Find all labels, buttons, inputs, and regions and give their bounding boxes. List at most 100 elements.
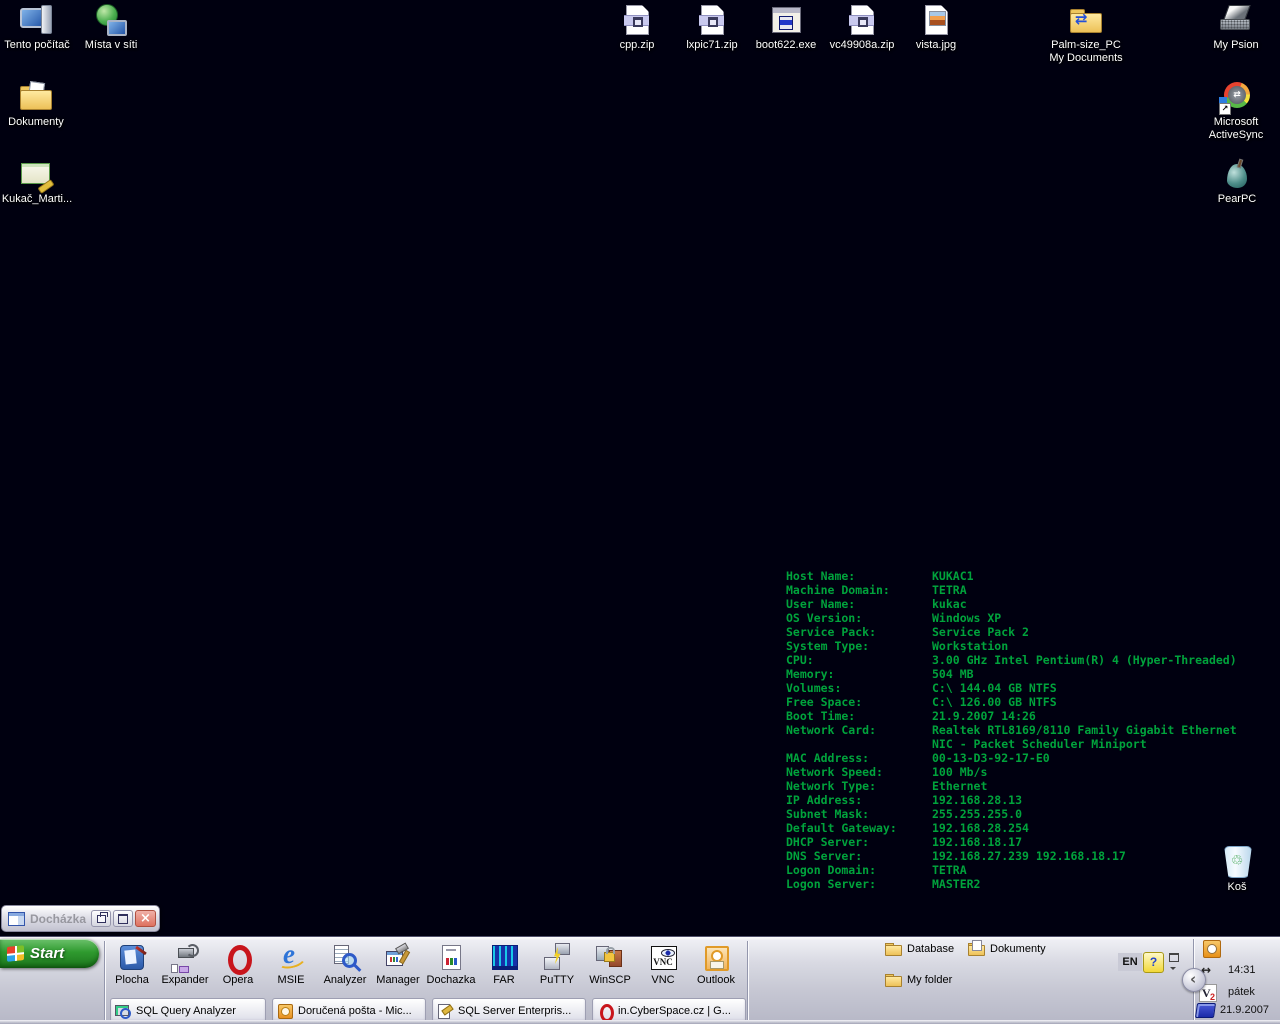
desktop-icon-documents[interactable]: Dokumenty [0,80,91,129]
bginfo-row: Memory:504 MB [786,667,1256,681]
bginfo-row: Boot Time:21.9.2007 14:26 [786,709,1256,723]
quicklaunch-winscp[interactable]: WinSCP [584,943,636,986]
lightning-icon [552,947,562,964]
icon-part [699,15,724,26]
icon-part [972,940,982,951]
internet-explorer-icon [276,943,306,973]
language-indicator[interactable]: EN [1118,953,1142,971]
quicklaunch-label: Outlook [690,974,742,986]
quicklaunch-opera[interactable]: Opera [212,943,264,986]
clock-tray-icon[interactable] [1203,940,1221,958]
desktop-icon-label: My Psion [1181,39,1280,52]
restore-icon [97,915,106,923]
desktop-icon-label: PearPC [1182,193,1280,206]
quicklaunch-putty[interactable]: PuTTY [531,943,583,986]
taskbar-button-sql-query-analyzer[interactable]: SQL Query Analyzer [110,998,266,1023]
sync-folder-shortcut-icon [1068,3,1104,37]
documents-folder-icon [968,942,985,956]
desktop-icon-my-psion[interactable]: My Psion [1181,3,1280,52]
laptop-tray-icon[interactable] [1195,1003,1216,1018]
taskbar-button-enterprise-manager[interactable]: SQL Server Enterpris... [432,998,586,1023]
pear-icon [1219,157,1255,191]
enterprise-manager-icon [437,1003,453,1019]
toolbar-item-database[interactable]: Database [885,942,954,956]
toolbar-item-dokumenty[interactable]: Dokumenty [968,942,1046,956]
toolbar-item-my-folder[interactable]: My folder [885,973,952,987]
show-desktop-icon [117,943,147,973]
far-manager-icon [489,943,519,973]
desktop-icon-kukac-file[interactable]: Kukač_Marti... [0,157,92,206]
start-button[interactable]: Start [0,939,99,968]
icon-part [354,964,362,972]
desktop-icon-palm-documents[interactable]: Palm-size_PCMy Documents [1031,3,1141,65]
inbox-icon [277,1003,293,1019]
bginfo-panel: Host Name:KUKAC1 Machine Domain:TETRA Us… [786,569,1256,891]
taskbar-button-opera-browser[interactable]: in.CyberSpace.cz | G... [592,998,746,1023]
collapse-chevron-button[interactable] [1182,968,1206,992]
desktop-icon-pearpc[interactable]: PearPC [1182,157,1280,206]
quicklaunch-far[interactable]: FAR [478,943,530,986]
bginfo-row: Network Type:Ethernet [786,779,1256,793]
toolbar-separator [747,941,749,1020]
tray-day: pátek [1228,986,1255,998]
quicklaunch-vnc[interactable]: VNC [637,943,689,986]
desktop-icon-label: MicrosoftActiveSync [1181,116,1280,142]
quicklaunch-plocha[interactable]: Plocha [106,943,158,986]
desktop-icon-label: Kukač_Marti... [0,193,92,206]
bginfo-row: DNS Server:192.168.27.239 192.168.18.17 [786,849,1256,863]
quicklaunch-dochazka[interactable]: Dochazka [425,943,477,986]
desktop-icon-activesync[interactable]: MicrosoftActiveSync [1181,80,1280,142]
quicklaunch-label: Analyzer [319,974,371,986]
icon-part [28,81,45,100]
icon-part [929,11,946,26]
bginfo-row: Service Pack:Service Pack 2 [786,625,1256,639]
bginfo-row: OS Version:Windows XP [786,611,1256,625]
quicklaunch-manager[interactable]: Manager [372,943,424,986]
bginfo-row: Network Speed:100 Mb/s [786,765,1256,779]
bginfo-row: System Type:Workstation [786,639,1256,653]
activesync-icon [1218,80,1254,114]
help-tray-icon[interactable]: ? [1143,952,1164,973]
query-analyzer-icon [115,1003,131,1019]
taskbar: Start Plocha Expander Opera MSIE Analyze… [0,936,1280,1024]
desktop-icon-network-places[interactable]: Místa v síti [56,3,166,52]
quicklaunch-outlook[interactable]: Outlook [690,943,742,986]
quicklaunch-label: WinSCP [584,974,636,986]
dochazka-titlebar[interactable]: Docházka × [1,905,160,932]
start-label: Start [30,945,64,962]
quicklaunch-label: PuTTY [531,974,583,986]
maximize-button[interactable] [113,910,133,927]
icon-part [1219,97,1227,105]
network-places-icon [93,3,129,37]
taskbar-button-inbox[interactable]: Doručená pošta - Mic... [272,998,426,1023]
desktop-icon-label: Místa v síti [56,39,166,52]
language-bar-restore-icon[interactable] [1169,953,1179,962]
icon-part [446,949,456,951]
folder-icon [885,973,902,987]
folder-icon [885,942,902,956]
restore-button[interactable] [91,910,111,927]
quicklaunch-label: MSIE [265,974,317,986]
desktop-icon-vista-jpg[interactable]: vista.jpg [881,3,991,52]
quicklaunch-label: Dochazka [425,974,477,986]
quicklaunch-analyzer[interactable]: Analyzer [319,943,371,986]
my-computer-icon [19,3,55,37]
icon-part [135,946,147,955]
sync-arrows-icon [1075,10,1088,28]
kukac-file-icon [19,157,55,191]
icon-part [390,957,392,962]
documents-folder-icon [18,80,54,114]
quicklaunch-msie[interactable]: MSIE [265,943,317,986]
putty-icon [542,943,572,973]
zip-file-icon [844,3,880,37]
language-bar-options-icon[interactable] [1170,967,1176,973]
opera-icon [223,943,253,973]
icon-part [1224,82,1250,108]
quicklaunch-label: Expander [159,974,211,986]
close-button[interactable]: × [135,910,156,927]
quicklaunch-expander[interactable]: Expander [159,943,211,986]
icon-part [849,15,874,26]
bginfo-row: IP Address:192.168.28.13 [786,793,1256,807]
lock-icon [604,952,615,962]
dochazka-window-icon [8,912,25,926]
